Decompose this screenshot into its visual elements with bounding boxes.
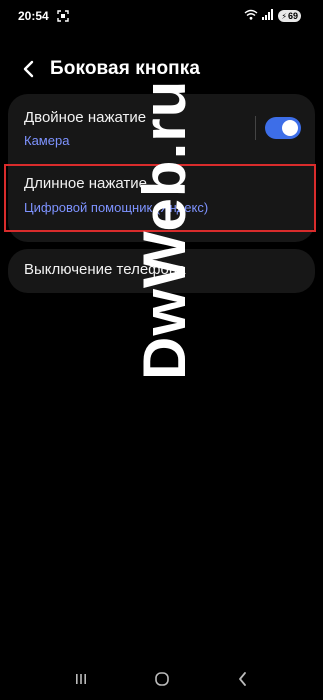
divider xyxy=(255,116,256,140)
battery-level: 69 xyxy=(287,11,298,21)
home-icon[interactable] xyxy=(150,668,174,690)
watermark-text: DwWeb.ru xyxy=(131,79,198,380)
signal-icon xyxy=(262,9,274,23)
back-arrow-icon[interactable] xyxy=(18,58,40,80)
navigation-bar xyxy=(0,668,323,690)
screenshot-icon xyxy=(57,10,69,22)
status-icons: ⚡ 69 xyxy=(244,9,301,23)
wifi-icon xyxy=(244,9,258,23)
toggle-knob xyxy=(282,120,298,136)
header: Боковая кнопка xyxy=(18,56,307,82)
double-press-value: Камера xyxy=(24,133,70,148)
battery-indicator: ⚡ 69 xyxy=(278,10,301,22)
double-press-title: Двойное нажатие xyxy=(24,109,147,126)
recents-icon[interactable] xyxy=(69,668,93,690)
nav-back-icon[interactable] xyxy=(231,668,255,690)
screen: 20:54 ⚡ 69 Боковая кнопка Двойное нажати… xyxy=(0,0,323,700)
double-press-toggle[interactable] xyxy=(265,117,301,139)
status-time: 20:54 xyxy=(18,9,49,23)
status-bar: 20:54 ⚡ 69 xyxy=(18,8,301,24)
charging-icon: ⚡ xyxy=(281,11,287,21)
page-title: Боковая кнопка xyxy=(50,58,201,79)
